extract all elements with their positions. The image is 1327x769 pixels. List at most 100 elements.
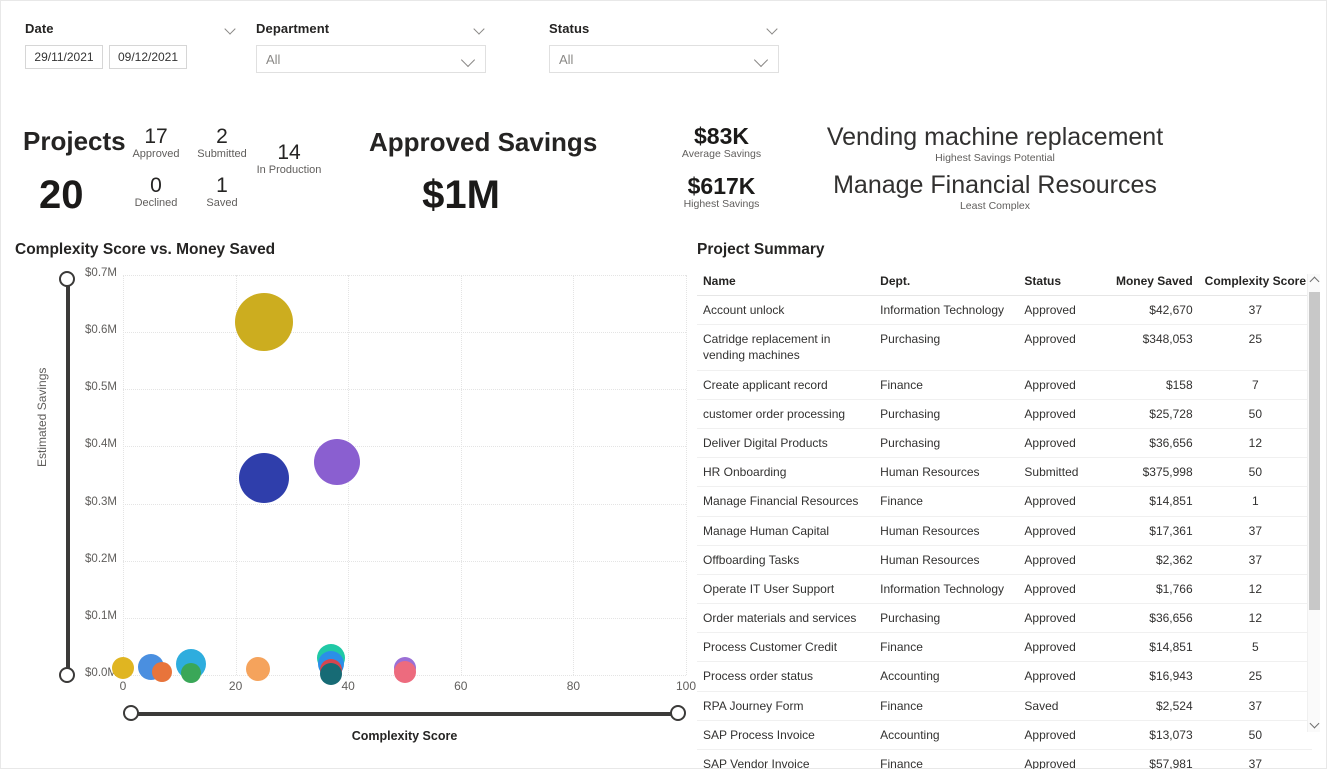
table-row[interactable]: RPA Journey Form Finance Saved $2,524 37 — [697, 691, 1312, 721]
cell-status: Approved — [1018, 632, 1101, 663]
table-row[interactable]: Offboarding Tasks Human Resources Approved… — [697, 545, 1312, 575]
cell-status: Approved — [1018, 749, 1101, 769]
gridline-horizontal — [123, 446, 686, 448]
cell-complexity-score: 37 — [1198, 545, 1312, 575]
scatter-bubble[interactable] — [234, 292, 293, 351]
scroll-down-icon[interactable] — [1308, 718, 1321, 732]
date-slicer[interactable]: Date 29/11/2021 09/12/2021 — [25, 21, 237, 69]
cell-name: Deliver Digital Products — [697, 428, 875, 459]
table-row[interactable]: Deliver Digital Products Purchasing Approv… — [697, 428, 1312, 459]
y-axis-tick-label: $0.7M — [85, 267, 117, 279]
approved-caption-text: Approved — [132, 148, 180, 161]
x-slider-track[interactable] — [132, 712, 677, 716]
department-slicer-header[interactable]: Department — [256, 21, 486, 38]
status-dropdown[interactable]: All — [549, 45, 779, 73]
cell-status: Approved — [1018, 295, 1101, 326]
x-axis-tick-label: 40 — [341, 679, 355, 693]
cell-money-saved: $14,851 — [1100, 632, 1199, 663]
department-slicer[interactable]: Department All — [256, 21, 486, 73]
cell-complexity-score: 12 — [1198, 574, 1312, 605]
col-header-status[interactable]: Status — [1018, 269, 1101, 296]
cell-name: SAP Process Invoice — [697, 720, 875, 751]
x-axis-tick-label: 80 — [566, 679, 581, 693]
col-header-money-saved[interactable]: Money Saved — [1100, 269, 1199, 296]
plot-area[interactable] — [112, 275, 687, 685]
x-slider-handle-right[interactable] — [670, 705, 686, 721]
table-row[interactable]: Create applicant record Finance Approved $1… — [697, 370, 1312, 400]
scatter-bubble[interactable] — [112, 657, 134, 680]
table-row[interactable]: Manage Financial Resources Finance Approve… — [697, 486, 1312, 517]
gridline-vertical — [573, 275, 575, 675]
cell-status: Approved — [1018, 574, 1101, 605]
cell-name: Operate IT User Support — [697, 574, 875, 605]
cell-complexity-score: 50 — [1198, 720, 1312, 751]
in-production-caption-text: In Production — [256, 164, 322, 177]
col-header-dept[interactable]: Dept. — [874, 269, 1019, 296]
chevron-down-icon[interactable] — [473, 22, 486, 35]
kpi-projects-label: Projects — [23, 126, 126, 157]
col-header-complexity-score[interactable]: Complexity Score — [1198, 269, 1312, 296]
scatter-bubble[interactable] — [246, 657, 271, 682]
status-slicer-header[interactable]: Status — [549, 21, 779, 38]
date-slicer-header[interactable]: Date — [25, 21, 237, 38]
table-row[interactable]: HR Onboarding Human Resources Submitted $37… — [697, 457, 1312, 488]
department-dropdown[interactable]: All — [256, 45, 486, 73]
x-slider-handle-left[interactable] — [123, 705, 139, 721]
date-to-input[interactable]: 09/12/2021 — [109, 45, 187, 69]
x-axis-range-slider[interactable] — [123, 705, 686, 723]
table-row[interactable]: Account unlock Information Technology Appr… — [697, 295, 1312, 326]
date-range-inputs: 29/11/2021 09/12/2021 — [25, 45, 237, 69]
cell-dept: Purchasing — [874, 428, 1019, 459]
cell-status: Approved — [1018, 370, 1101, 400]
chevron-down-icon[interactable] — [766, 22, 779, 35]
gridline-horizontal — [123, 332, 686, 334]
table-body: Account unlock Information Technology Appr… — [697, 295, 1312, 769]
cell-complexity-score: 25 — [1198, 324, 1312, 371]
cell-dept: Accounting — [874, 720, 1019, 751]
gridline-vertical — [460, 275, 462, 675]
table-row[interactable]: SAP Process Invoice Accounting Approved $13… — [697, 720, 1312, 751]
cell-name: Process Customer Credit — [697, 632, 875, 663]
scroll-up-icon[interactable] — [1308, 274, 1321, 288]
table-row[interactable]: Operate IT User Support Information Techn… — [697, 574, 1312, 605]
cell-dept: Purchasing — [874, 399, 1019, 429]
y-axis-tick-label: $0.1M — [85, 609, 117, 622]
table-row[interactable]: SAP Vendor Invoice Finance Approved $57,981… — [697, 749, 1312, 769]
table-row[interactable]: Catridge replacement in vending machines… — [697, 324, 1312, 371]
projects-label-text: Projects — [23, 126, 126, 156]
chevron-down-icon[interactable] — [224, 22, 237, 35]
projects-value-text: 20 — [39, 173, 84, 217]
y-slider-handle-top[interactable] — [59, 271, 75, 287]
scatter-bubble[interactable] — [238, 452, 289, 503]
y-axis-range-slider[interactable] — [59, 271, 77, 683]
table-row[interactable]: Process Customer Credit Finance Approved $1… — [697, 632, 1312, 663]
table-row[interactable]: Manage Human Capital Human Resources Appro… — [697, 516, 1312, 546]
cell-complexity-score: 12 — [1198, 603, 1312, 634]
kpi-saved: 1 Saved — [189, 174, 255, 210]
table-scrollbar[interactable] — [1307, 274, 1320, 732]
scatter-bubble[interactable] — [313, 439, 360, 486]
cell-complexity-score: 12 — [1198, 428, 1312, 459]
highest-potential-name-text: Vending machine replacement — [826, 123, 1164, 151]
saved-count-text: 1 — [216, 174, 228, 197]
cell-name: Manage Financial Resources — [697, 486, 875, 517]
table-row[interactable]: Order materials and services Purchasing Ap… — [697, 603, 1312, 634]
average-savings-value-text: $83K — [694, 123, 749, 149]
cell-money-saved: $1,766 — [1100, 574, 1199, 605]
table-row[interactable]: customer order processing Purchasing Appro… — [697, 399, 1312, 429]
table-header-row: Name Dept. Status Money Saved Complexity… — [697, 269, 1312, 296]
kpi-declined: 0 Declined — [125, 174, 187, 210]
date-from-input[interactable]: 29/11/2021 — [25, 45, 103, 69]
submitted-caption-text: Submitted — [197, 148, 247, 161]
cell-dept: Human Resources — [874, 516, 1019, 546]
col-header-name[interactable]: Name — [697, 269, 875, 296]
status-slicer[interactable]: Status All — [549, 21, 779, 73]
scrollbar-thumb[interactable] — [1309, 292, 1320, 610]
y-axis-label: Estimated Savings — [35, 367, 49, 467]
cell-complexity-score: 37 — [1198, 691, 1312, 721]
y-slider-handle-bottom[interactable] — [59, 667, 75, 683]
y-slider-track[interactable] — [66, 280, 70, 674]
table-row[interactable]: Process order status Accounting Approved $1… — [697, 661, 1312, 692]
least-complex-name-text: Manage Financial Resources — [833, 171, 1157, 199]
cell-status: Approved — [1018, 486, 1101, 517]
